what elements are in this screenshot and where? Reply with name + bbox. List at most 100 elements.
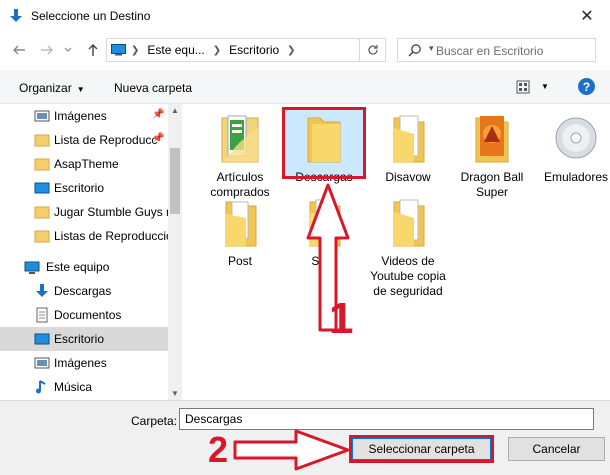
- search-input[interactable]: Buscar en Escritorio: [436, 44, 543, 58]
- up-arrow-icon[interactable]: [84, 41, 102, 59]
- sidebar-item-jugar-stumble[interactable]: Jugar Stumble Guys n: [0, 200, 168, 224]
- computer-icon: [111, 44, 126, 56]
- sidebar-item-escritorio[interactable]: Escritorio: [0, 327, 168, 351]
- sidebar-item-label: Imágenes: [54, 356, 107, 370]
- sidebar-item-label: Este equipo: [46, 260, 110, 274]
- sidebar-item-label: Escritorio: [54, 332, 105, 346]
- close-icon[interactable]: ✕: [564, 0, 610, 32]
- navigation-bar: ❯ Este equ... ❯ Escritorio ❯ ▾ Buscar en…: [0, 33, 610, 67]
- command-toolbar: Organizar ▼ Nueva carpeta ▼ ?: [0, 70, 610, 104]
- pin-icon[interactable]: 📌: [152, 133, 164, 144]
- file-name: Disavow: [385, 170, 431, 184]
- sidebar-item-lista-reproduccion[interactable]: Lista de Reproducc 📌: [0, 128, 168, 152]
- folder-articulos-comprados[interactable]: Artículos comprados: [199, 112, 281, 200]
- chevron-right-icon[interactable]: ❯: [213, 45, 221, 56]
- folder-icon: [225, 201, 257, 247]
- sidebar-item-label: Listas de Reproducció: [54, 229, 168, 243]
- step-number-1: 1: [329, 294, 354, 343]
- dialog-footer: Carpeta: Seleccionar carpeta Cancelar 2: [0, 400, 610, 475]
- desktop-icon: [34, 333, 50, 345]
- folder-name-input[interactable]: [179, 408, 594, 430]
- music-icon: [36, 380, 46, 394]
- sidebar-item-label: Imágenes: [54, 109, 107, 123]
- sidebar-item-este-equipo[interactable]: Este equipo: [0, 255, 168, 279]
- window-title: Seleccione un Destino: [31, 9, 151, 23]
- folder-videos-youtube[interactable]: Videos de Youtube copia de seguridad: [367, 196, 449, 299]
- folder-icon: [34, 134, 50, 147]
- sidebar-item-label: Descargas: [54, 284, 112, 298]
- folder-docs-icon: [393, 199, 425, 247]
- chevron-right-icon[interactable]: ❯: [131, 45, 139, 56]
- sidebar-item-imagenes-quick[interactable]: Imágenes 📌: [0, 104, 168, 128]
- sidebar-item-musica[interactable]: Música: [0, 375, 168, 399]
- green-folder-icon: [221, 115, 259, 163]
- folder-post[interactable]: Post: [199, 196, 281, 269]
- organize-button[interactable]: Organizar ▼: [19, 81, 85, 95]
- scroll-up-icon[interactable]: ▲: [171, 106, 179, 115]
- organize-label: Organizar: [19, 81, 72, 95]
- file-name: Emuladores: [543, 170, 609, 184]
- sidebar-item-label: Música: [54, 380, 93, 394]
- desktop-icon: [34, 182, 50, 194]
- title-bar: Seleccione un Destino ✕: [0, 0, 610, 32]
- scrollbar-thumb[interactable]: [170, 148, 180, 214]
- file-name: Dragon Ball Super: [460, 170, 524, 199]
- forward-arrow-icon[interactable]: [38, 41, 56, 59]
- folder-icon: [34, 230, 50, 243]
- cd-icon: [555, 117, 597, 159]
- folder-icon: [34, 158, 50, 171]
- cancel-button[interactable]: Cancelar: [508, 437, 605, 461]
- back-arrow-icon[interactable]: [10, 41, 28, 59]
- file-name: Videos de Youtube copia de seguridad: [370, 254, 446, 298]
- file-name: Post: [227, 254, 252, 268]
- dragon-folder-icon: [475, 116, 509, 163]
- new-folder-button[interactable]: Nueva carpeta: [114, 81, 192, 95]
- step-number-2: 2: [208, 429, 229, 470]
- sidebar-item-documentos[interactable]: Documentos: [0, 303, 168, 327]
- address-bar[interactable]: ❯ Este equ... ❯ Escritorio ❯ ▾: [106, 38, 434, 62]
- chevron-right-icon[interactable]: ❯: [287, 45, 295, 56]
- search-icon: [408, 44, 421, 57]
- highlight-box-descargas: [282, 107, 366, 179]
- sidebar-item-imagenes[interactable]: Imágenes: [0, 351, 168, 375]
- sidebar-item-label: Lista de Reproducc: [54, 133, 158, 147]
- file-list: Artículos comprados Descargas Disavow Dr…: [182, 104, 610, 400]
- folder-docs-icon: [393, 115, 425, 163]
- sidebar-item-label: Documentos: [54, 308, 122, 322]
- sidebar-item-listas-reproduccion[interactable]: Listas de Reproducció: [0, 224, 168, 248]
- search-box[interactable]: Buscar en Escritorio: [397, 38, 596, 62]
- breadcrumb-este-equipo[interactable]: Este equ...: [147, 43, 204, 57]
- sidebar-item-label: AsapTheme: [54, 157, 119, 171]
- folder-emuladores[interactable]: Emuladores: [535, 112, 610, 185]
- pin-icon[interactable]: 📌: [152, 109, 164, 120]
- folder-label: Carpeta:: [131, 414, 178, 428]
- view-options-icon[interactable]: [516, 80, 530, 94]
- view-chevron-down-icon[interactable]: ▼: [541, 82, 549, 91]
- highlight-box-select-folder: [349, 435, 494, 463]
- refresh-icon[interactable]: [359, 39, 385, 61]
- download-arrow-icon: [10, 9, 22, 22]
- scroll-down-icon[interactable]: ▼: [171, 389, 179, 398]
- pictures-icon: [34, 110, 50, 122]
- pictures-icon: [34, 357, 50, 369]
- sidebar-item-asaptheme[interactable]: AsapTheme: [0, 152, 168, 176]
- folder-picker-dialog: Seleccione un Destino ✕ ❯ Este equ... ❯ …: [0, 0, 610, 475]
- folder-disavow[interactable]: Disavow: [367, 112, 449, 185]
- breadcrumb: ❯ Este equ... ❯ Escritorio ❯: [131, 43, 296, 57]
- sidebar-item-escritorio-quick[interactable]: Escritorio: [0, 176, 168, 200]
- folder-icon: [34, 206, 50, 219]
- documents-icon: [36, 307, 48, 323]
- help-button[interactable]: ?: [578, 78, 595, 95]
- computer-icon: [24, 261, 40, 274]
- downloads-icon: [36, 284, 48, 297]
- folder-dragon-ball-super[interactable]: Dragon Ball Super: [451, 112, 533, 200]
- organize-caret-icon: ▼: [76, 85, 85, 94]
- sidebar-item-label: Jugar Stumble Guys n: [54, 205, 168, 219]
- sidebar-scrollbar[interactable]: ▲ ▼: [168, 104, 182, 400]
- sidebar-item-label: Escritorio: [54, 181, 105, 195]
- breadcrumb-escritorio[interactable]: Escritorio: [229, 43, 279, 57]
- recent-chevron-down-icon[interactable]: [62, 41, 74, 59]
- red-right-arrow-icon: [233, 429, 350, 471]
- sidebar-item-descargas[interactable]: Descargas: [0, 279, 168, 303]
- navigation-pane: Imágenes 📌 Lista de Reproducc 📌 AsapThem…: [0, 104, 182, 400]
